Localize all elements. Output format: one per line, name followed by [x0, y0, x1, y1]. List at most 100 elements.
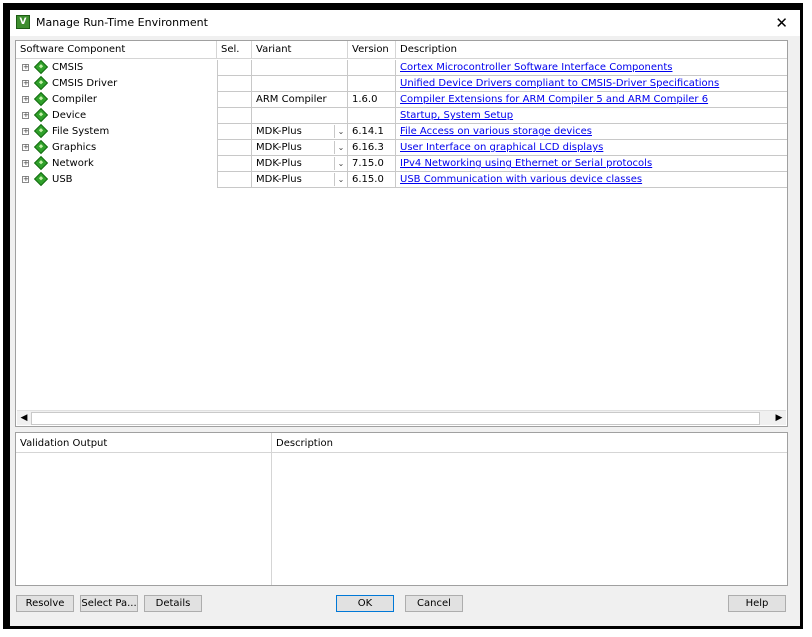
description-link[interactable]: Unified Device Drivers compliant to CMSI… — [400, 78, 719, 89]
variant-cell[interactable]: MDK-Plus ⌄ — [252, 124, 348, 140]
component-icon — [33, 92, 49, 107]
variant-cell[interactable]: MDK-Plus ⌄ — [252, 172, 348, 188]
header-version[interactable]: Version — [348, 41, 396, 59]
component-name: Network — [52, 158, 94, 169]
description-cell[interactable]: IPv4 Networking using Ethernet or Serial… — [396, 156, 787, 172]
variant-cell[interactable]: MDK-Plus ⌄ — [252, 156, 348, 172]
expand-icon[interactable]: + — [22, 96, 29, 103]
scroll-left-icon[interactable]: ◀ — [17, 411, 31, 425]
table-row[interactable]: + CMSIS Driver Unified Device Drivers comp… — [16, 76, 787, 92]
version-cell: 6.15.0 — [348, 172, 396, 188]
version-value: 1.6.0 — [352, 94, 378, 105]
chevron-down-icon[interactable]: ⌄ — [334, 125, 347, 138]
description-cell[interactable]: User Interface on graphical LCD displays — [396, 140, 787, 156]
cancel-button[interactable]: Cancel — [405, 595, 463, 612]
description-link[interactable]: File Access on various storage devices — [400, 126, 592, 137]
sel-cell[interactable] — [217, 172, 252, 188]
header-variant[interactable]: Variant — [252, 41, 348, 59]
header-validation-output[interactable]: Validation Output — [16, 433, 271, 453]
title-bar[interactable]: V Manage Run-Time Environment ✕ — [10, 10, 800, 36]
select-packs-button[interactable]: Select Pa... — [80, 595, 138, 612]
table-row[interactable]: + File System MDK-Plus ⌄ 6.14.1 File Access o… — [16, 124, 787, 140]
table-row[interactable]: + Compiler ARM Compiler 1.6.0 Compiler Exten… — [16, 92, 787, 108]
variant-cell[interactable]: MDK-Plus ⌄ — [252, 140, 348, 156]
component-cell[interactable]: + USB — [16, 172, 217, 188]
version-cell — [348, 76, 396, 92]
header-description[interactable]: Description — [396, 41, 787, 59]
sel-cell[interactable] — [217, 76, 252, 92]
expand-icon[interactable]: + — [22, 128, 29, 135]
component-cell[interactable]: + Compiler — [16, 92, 217, 108]
component-cell[interactable]: + CMSIS — [16, 60, 217, 76]
table-row[interactable]: + USB MDK-Plus ⌄ 6.15.0 USB Communication wit… — [16, 172, 787, 188]
variant-value: MDK-Plus — [256, 142, 302, 153]
description-link[interactable]: User Interface on graphical LCD displays — [400, 142, 603, 153]
version-cell: 6.16.3 — [348, 140, 396, 156]
description-cell[interactable]: Compiler Extensions for ARM Compiler 5 a… — [396, 92, 787, 108]
header-sel[interactable]: Sel. — [217, 41, 252, 59]
sel-cell[interactable] — [217, 156, 252, 172]
chevron-down-icon[interactable]: ⌄ — [334, 141, 347, 154]
component-cell[interactable]: + Network — [16, 156, 217, 172]
table-row[interactable]: + Device Startup, System Setup — [16, 108, 787, 124]
scroll-right-icon[interactable]: ▶ — [772, 411, 786, 425]
expand-icon[interactable]: + — [22, 112, 29, 119]
app-icon: V — [16, 15, 30, 29]
component-name: Graphics — [52, 142, 97, 153]
version-cell — [348, 108, 396, 124]
component-icon — [33, 172, 49, 187]
description-cell[interactable]: Startup, System Setup — [396, 108, 787, 124]
version-value: 6.14.1 — [352, 126, 384, 137]
description-link[interactable]: Cortex Microcontroller Software Interfac… — [400, 62, 672, 73]
description-link[interactable]: Compiler Extensions for ARM Compiler 5 a… — [400, 94, 708, 105]
variant-cell — [252, 108, 348, 124]
sel-cell[interactable] — [217, 92, 252, 108]
close-icon[interactable]: ✕ — [775, 14, 788, 32]
version-cell: 6.14.1 — [348, 124, 396, 140]
variant-value: MDK-Plus — [256, 126, 302, 137]
expand-icon[interactable]: + — [22, 80, 29, 87]
description-cell[interactable]: Unified Device Drivers compliant to CMSI… — [396, 76, 787, 92]
help-button[interactable]: Help — [728, 595, 786, 612]
component-cell[interactable]: + Device — [16, 108, 217, 124]
table-row[interactable]: + Network MDK-Plus ⌄ 7.15.0 IPv4 Networking u… — [16, 156, 787, 172]
version-value: 7.15.0 — [352, 158, 384, 169]
component-cell[interactable]: + CMSIS Driver — [16, 76, 217, 92]
chevron-down-icon[interactable]: ⌄ — [334, 157, 347, 170]
component-icon — [33, 108, 49, 123]
description-link[interactable]: Startup, System Setup — [400, 110, 513, 121]
table-row[interactable]: + CMSIS Cortex Microcontroller Software In… — [16, 60, 787, 76]
component-cell[interactable]: + Graphics — [16, 140, 217, 156]
expand-icon[interactable]: + — [22, 144, 29, 151]
component-name: CMSIS — [52, 62, 84, 73]
resolve-button[interactable]: Resolve — [16, 595, 74, 612]
components-table: Software Component Sel. Variant Version … — [15, 40, 788, 427]
details-button[interactable]: Details — [144, 595, 202, 612]
variant-value: ARM Compiler — [256, 94, 327, 105]
header-validation-description[interactable]: Description — [272, 433, 787, 453]
chevron-down-icon[interactable]: ⌄ — [334, 173, 347, 186]
sel-cell[interactable] — [217, 108, 252, 124]
table-row[interactable]: + Graphics MDK-Plus ⌄ 6.16.3 User Interface o… — [16, 140, 787, 156]
horizontal-scrollbar[interactable]: ◀ ▶ — [17, 410, 786, 425]
description-cell[interactable]: File Access on various storage devices — [396, 124, 787, 140]
component-name: File System — [52, 126, 110, 137]
expand-icon[interactable]: + — [22, 160, 29, 167]
component-icon — [33, 60, 49, 75]
expand-icon[interactable]: + — [22, 176, 29, 183]
header-software-component[interactable]: Software Component — [16, 41, 217, 59]
description-cell[interactable]: USB Communication with various device cl… — [396, 172, 787, 188]
expand-icon[interactable]: + — [22, 64, 29, 71]
ok-button[interactable]: OK — [336, 595, 394, 612]
component-icon — [33, 76, 49, 91]
sel-cell[interactable] — [217, 140, 252, 156]
description-cell[interactable]: Cortex Microcontroller Software Interfac… — [396, 60, 787, 76]
window-title: Manage Run-Time Environment — [36, 16, 208, 29]
description-link[interactable]: IPv4 Networking using Ethernet or Serial… — [400, 158, 652, 169]
component-cell[interactable]: + File System — [16, 124, 217, 140]
scrollbar-thumb[interactable] — [31, 412, 760, 425]
description-link[interactable]: USB Communication with various device cl… — [400, 174, 642, 185]
component-name: Device — [52, 110, 87, 121]
sel-cell[interactable] — [217, 60, 252, 76]
sel-cell[interactable] — [217, 124, 252, 140]
